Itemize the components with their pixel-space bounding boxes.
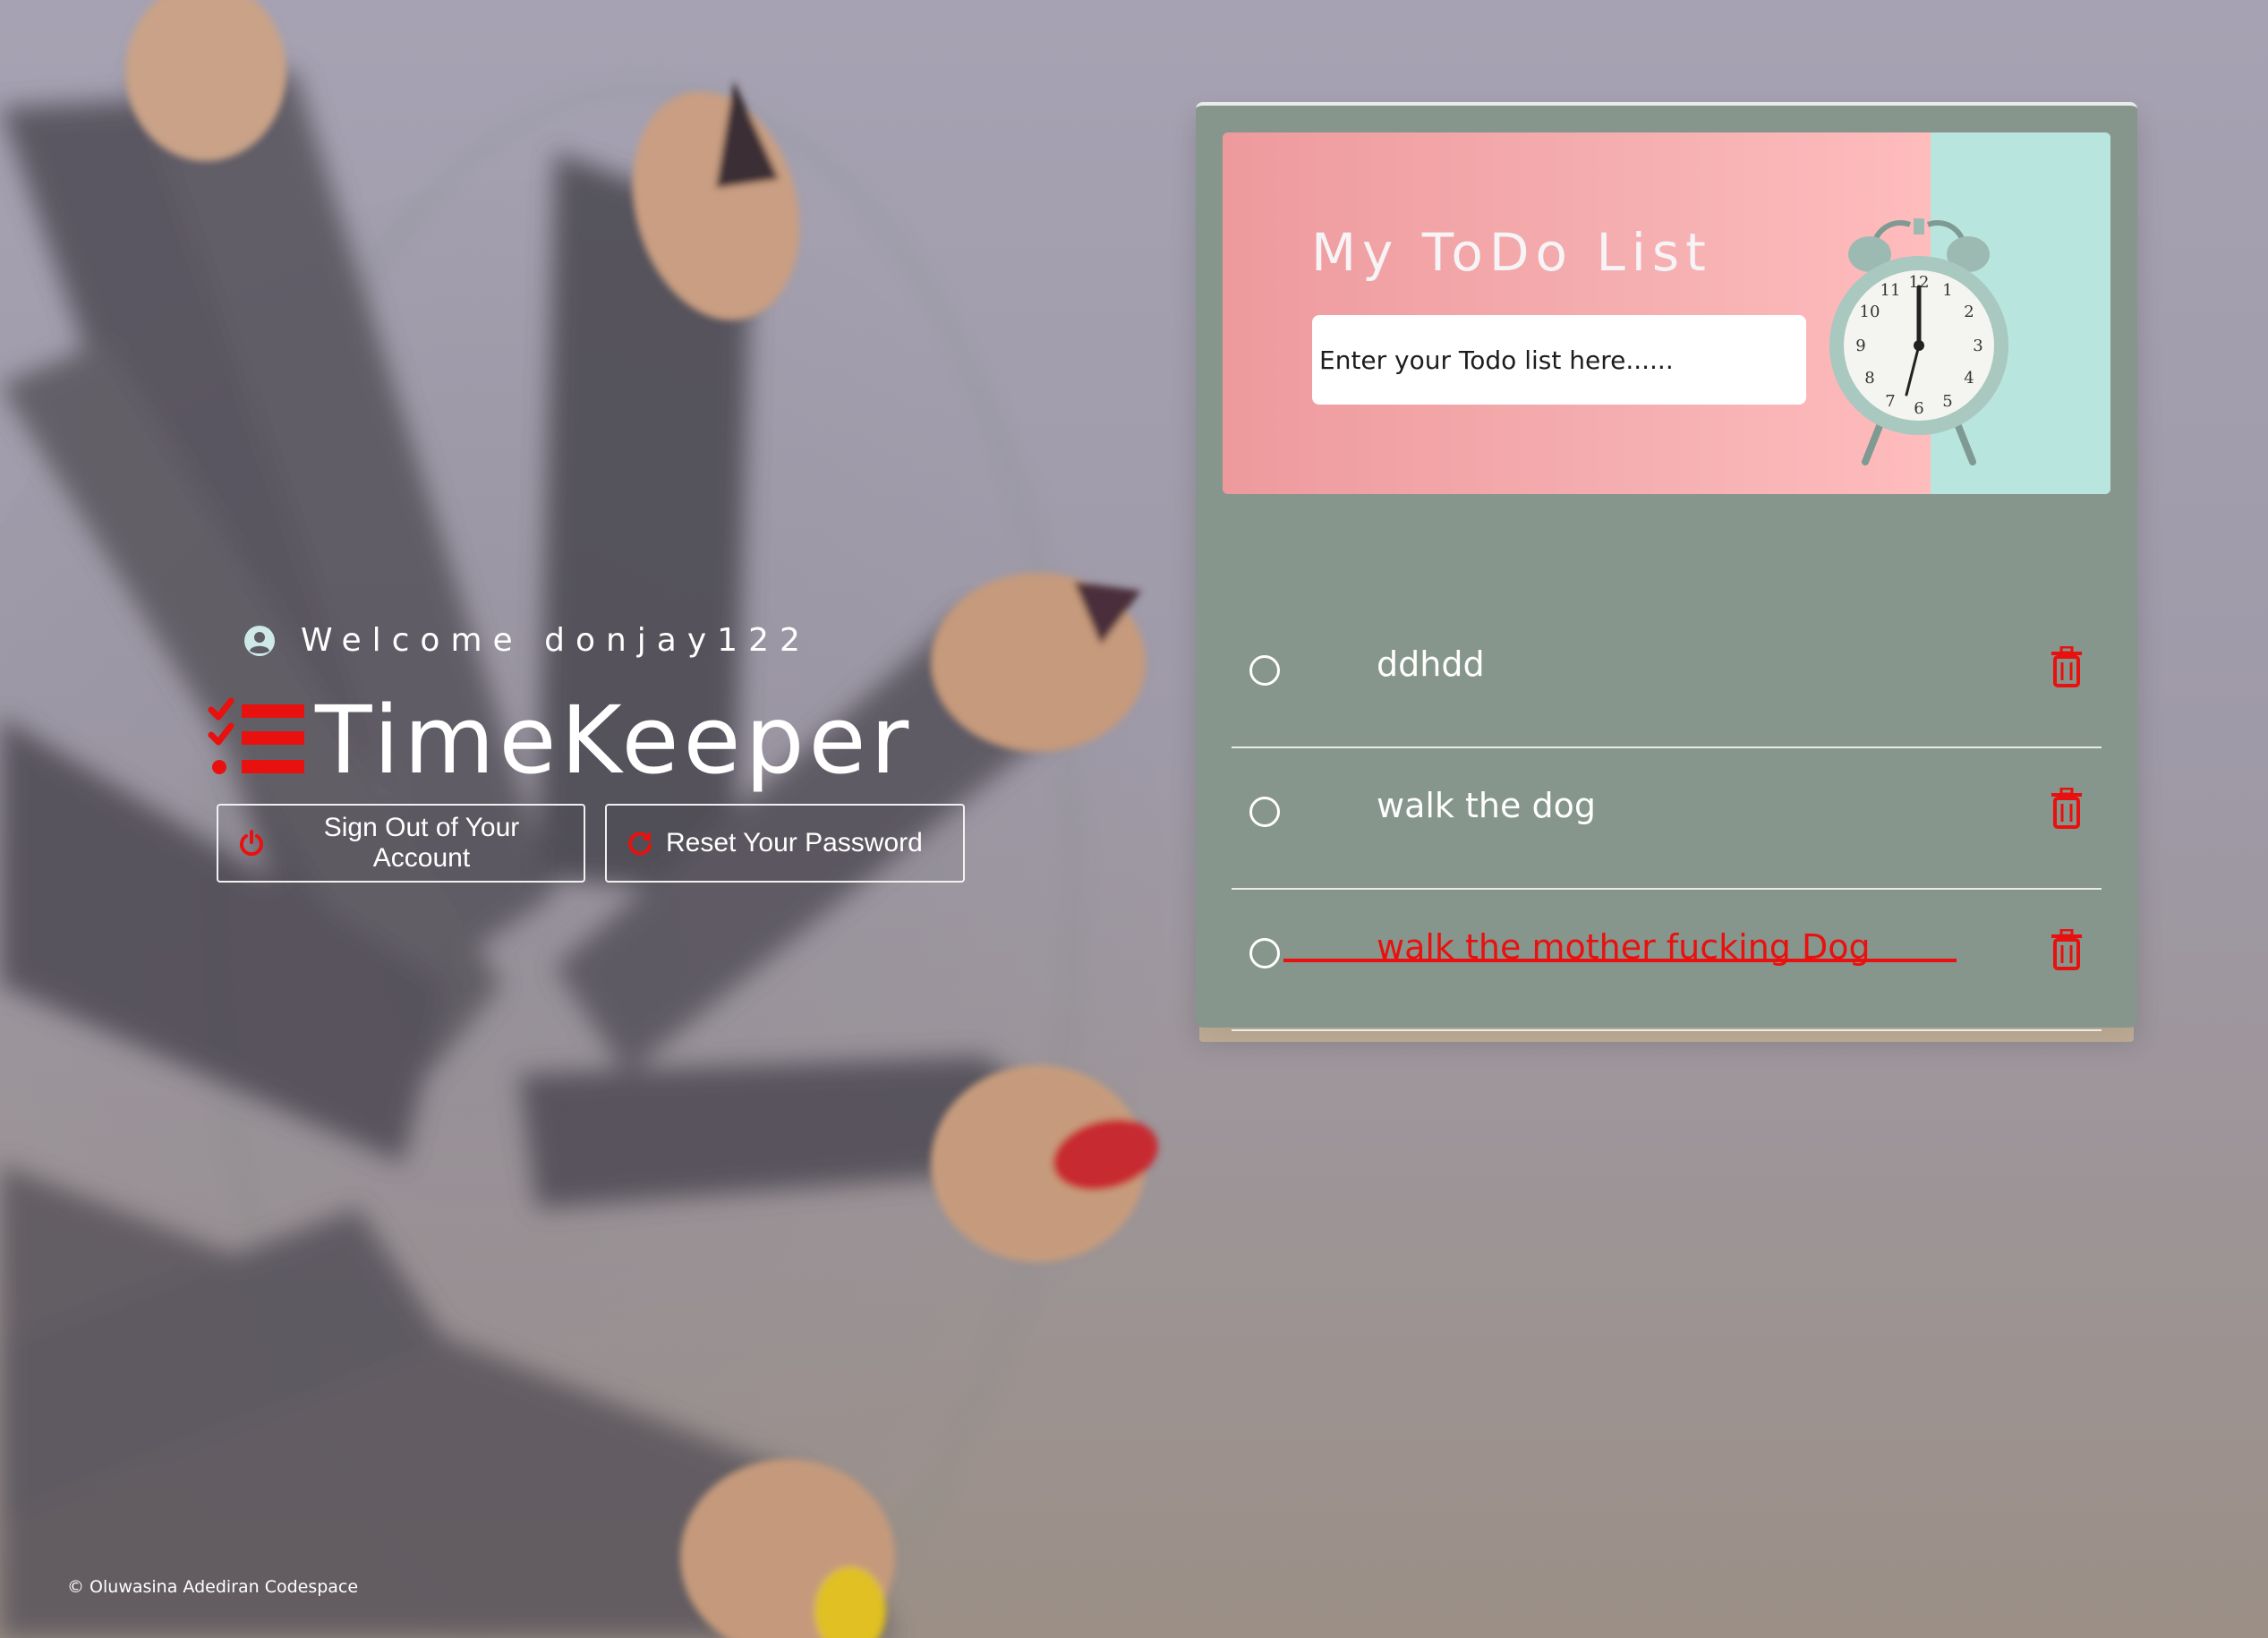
brand-name: TimeKeeper	[315, 686, 914, 795]
todo-banner: My ToDo List 12 1 2 3 4 5	[1223, 132, 2110, 494]
brand: TimeKeeper	[208, 694, 913, 787]
sign-out-button[interactable]: Sign Out of Your Account	[217, 804, 585, 883]
svg-text:11: 11	[1880, 281, 1901, 300]
todo-item-text: walk the dog	[1377, 786, 1596, 825]
todo-list: ddhdd walk the dog walk the mother fucki…	[1232, 607, 2102, 1031]
alarm-clock-icon: 12 1 2 3 4 5 6 7 8 9 10 11	[1820, 202, 2017, 471]
footer-copyright: © Oluwasina Adediran Codespace	[67, 1577, 359, 1597]
svg-text:4: 4	[1964, 369, 1974, 388]
user-circle-icon	[243, 625, 276, 657]
svg-text:10: 10	[1860, 303, 1880, 321]
todo-card: My ToDo List 12 1 2 3 4 5	[1196, 102, 2137, 1031]
todo-title: My ToDo List	[1311, 222, 1712, 283]
redo-icon	[627, 830, 653, 857]
circle-icon[interactable]	[1249, 938, 1280, 968]
reset-password-button[interactable]: Reset Your Password	[605, 804, 965, 883]
svg-text:8: 8	[1864, 369, 1874, 388]
checklist-icon	[208, 695, 308, 785]
trash-icon[interactable]	[2050, 928, 2084, 970]
strikethrough-line	[1283, 959, 1957, 962]
circle-icon[interactable]	[1249, 655, 1280, 686]
power-icon	[238, 830, 265, 857]
todo-item: walk the dog	[1232, 748, 2102, 890]
todo-item-completed: walk the mother fucking Dog	[1232, 890, 2102, 1031]
todo-item-text: ddhdd	[1377, 644, 1485, 684]
svg-text:7: 7	[1885, 392, 1895, 411]
svg-text:6: 6	[1914, 399, 1923, 418]
svg-text:2: 2	[1964, 303, 1974, 321]
svg-text:9: 9	[1855, 337, 1865, 355]
circle-icon[interactable]	[1249, 797, 1280, 827]
trash-icon[interactable]	[2050, 645, 2084, 687]
svg-text:1: 1	[1942, 281, 1952, 300]
welcome-message: Welcome donjay122	[301, 622, 811, 659]
todo-input[interactable]	[1312, 315, 1806, 405]
svg-text:5: 5	[1942, 392, 1952, 411]
svg-text:3: 3	[1973, 337, 1982, 355]
account-actions: Sign Out of Your Account Reset Your Pass…	[217, 804, 965, 883]
welcome-row: Welcome donjay122	[243, 622, 811, 659]
reset-password-label: Reset Your Password	[666, 828, 923, 857]
trash-icon[interactable]	[2050, 787, 2084, 829]
todo-item: ddhdd	[1232, 607, 2102, 748]
sign-out-label: Sign Out of Your Account	[323, 813, 520, 873]
